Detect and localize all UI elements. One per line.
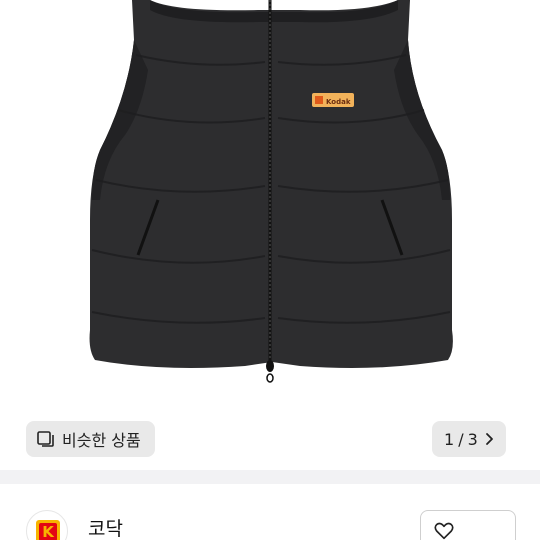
section-divider — [0, 470, 540, 484]
image-pager-button[interactable]: 1 / 3 — [432, 421, 506, 457]
chevron-right-icon — [485, 433, 493, 445]
kodak-logo[interactable]: K — [26, 510, 68, 540]
pager-current: 1 — [444, 429, 455, 449]
product-detail-screen: Kodak 비슷한 상품 1 / 3 K 코닥 — [0, 0, 540, 540]
vest-illustration: Kodak — [89, 0, 453, 383]
similar-items-button[interactable]: 비슷한 상품 — [26, 421, 155, 457]
similar-items-label: 비슷한 상품 — [62, 431, 141, 450]
product-image[interactable]: Kodak — [0, 0, 540, 470]
store-like-button[interactable] — [420, 510, 516, 540]
pager-total: 3 — [467, 429, 478, 449]
svg-text:Kodak: Kodak — [326, 98, 351, 106]
pager-separator: / — [458, 429, 464, 449]
similar-items-icon — [37, 431, 54, 447]
store-name[interactable]: 코닥 — [88, 514, 123, 540]
heart-icon — [434, 522, 454, 540]
seller-row[interactable]: K 코닥 — [0, 484, 540, 540]
